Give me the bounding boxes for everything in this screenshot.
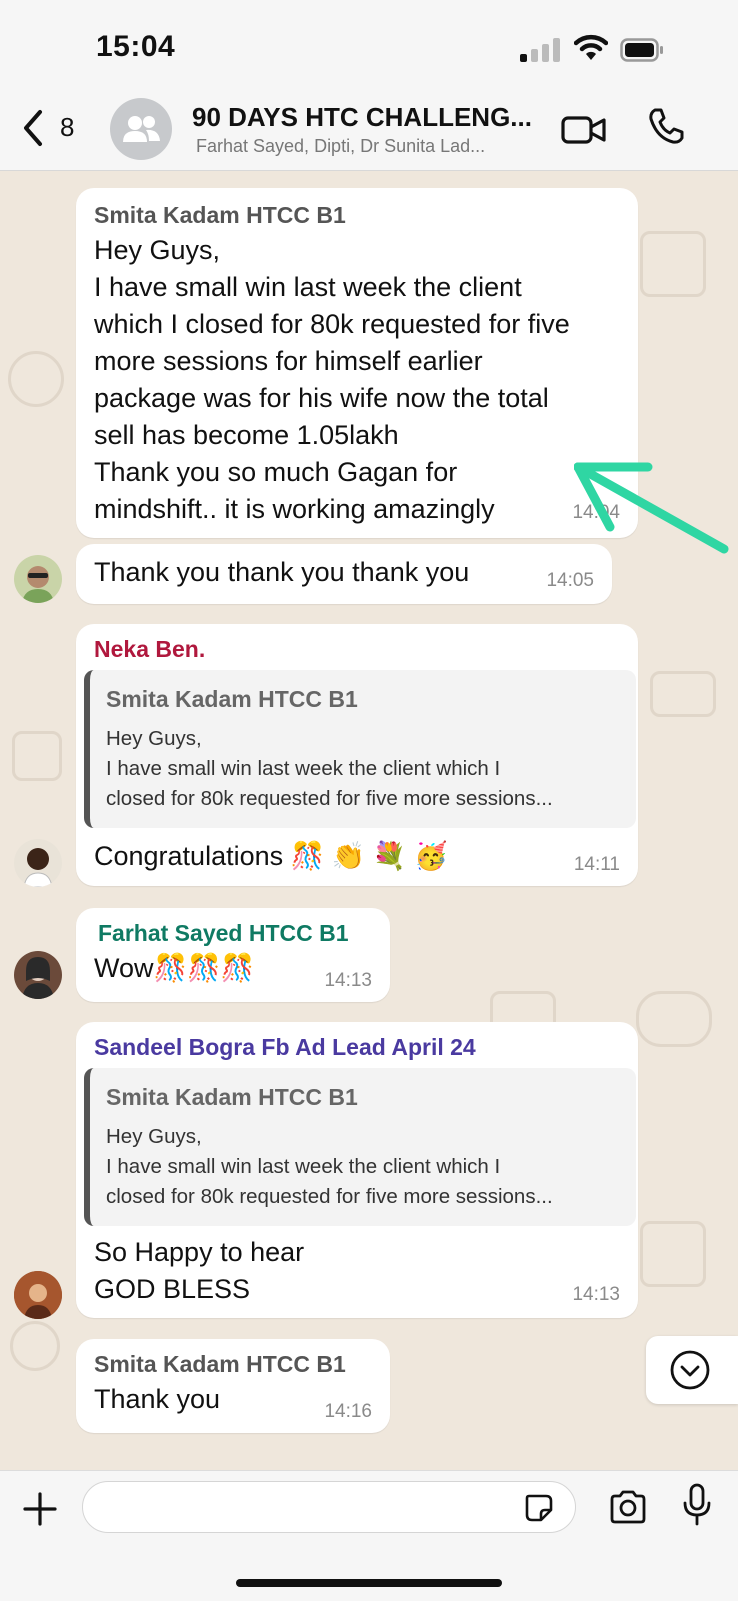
wallpaper-doodle [8, 351, 64, 407]
chat-header: 8 90 DAYS HTC CHALLENG... Farhat Sayed, … [0, 92, 738, 171]
message-sender: Farhat Sayed HTCC B1 [98, 920, 349, 946]
battery-icon [620, 38, 663, 62]
quoted-sender: Smita Kadam HTCC B1 [106, 1084, 358, 1110]
avatar[interactable] [14, 1271, 62, 1319]
group-title[interactable]: 90 DAYS HTC CHALLENG... [192, 102, 544, 133]
message-text: Thank you [94, 1384, 221, 1414]
wallpaper-doodle [640, 1221, 706, 1287]
message-text: Wow🎊🎊🎊 [94, 953, 255, 983]
message-time: 14:16 [324, 1401, 372, 1422]
message-time: 14:11 [573, 854, 620, 875]
message-sender: Smita Kadam HTCC B1 [94, 202, 346, 228]
status-bar: 15:04 [0, 0, 738, 92]
message-bubble[interactable]: Thank you thank you thank you 14:05 [76, 544, 612, 604]
avatar-image [14, 1271, 62, 1319]
status-time: 15:04 [96, 30, 176, 63]
message-sender: Sandeel Bogra Fb Ad Lead April 24 [94, 1034, 476, 1060]
quoted-reply[interactable]: Smita Kadam HTCC B1 Hey Guys, I have sma… [84, 1068, 636, 1226]
message-text: Congratulations 🎊 👏 💐 🥳 [94, 841, 448, 871]
message-bubble[interactable]: Smita Kadam HTCC B1 Hey Guys, I have sma… [76, 188, 638, 538]
group-icon [123, 116, 160, 142]
message-sender: Neka Ben. [94, 636, 206, 662]
avatar-image [22, 566, 54, 603]
video-call-icon[interactable] [560, 112, 608, 148]
quoted-text: Hey Guys, I have small win last week the… [106, 727, 553, 810]
plus-icon[interactable] [22, 1491, 58, 1527]
wallpaper-doodle [650, 671, 716, 717]
avatar-image [22, 957, 54, 999]
wallpaper-doodle [640, 231, 706, 297]
phone-icon[interactable] [646, 106, 686, 146]
message-bubble[interactable]: Farhat Sayed HTCC B1 Wow🎊🎊🎊 14:13 [76, 908, 390, 1002]
camera-icon[interactable] [608, 1489, 648, 1525]
message-bubble[interactable]: Sandeel Bogra Fb Ad Lead April 24 Smita … [76, 1022, 638, 1318]
message-text: So Happy to hear GOD BLESS [94, 1237, 305, 1304]
group-avatar[interactable] [110, 98, 172, 160]
quoted-text: Hey Guys, I have small win last week the… [106, 1125, 553, 1208]
microphone-icon[interactable] [682, 1483, 712, 1527]
cellular-signal-icon [520, 38, 562, 62]
scroll-to-bottom-button[interactable] [646, 1336, 738, 1404]
quoted-reply[interactable]: Smita Kadam HTCC B1 Hey Guys, I have sma… [84, 670, 636, 828]
message-text: Thank you thank you thank you [94, 557, 470, 587]
avatar[interactable] [14, 951, 62, 999]
avatar[interactable] [14, 839, 62, 887]
input-bar [0, 1470, 738, 1601]
avatar[interactable] [14, 555, 62, 603]
message-sender: Smita Kadam HTCC B1 [94, 1351, 346, 1377]
message-text: Hey Guys, I have small win last week the… [94, 235, 570, 524]
message-time: 14:13 [324, 970, 372, 991]
wallpaper-doodle [10, 1321, 60, 1371]
wifi-icon [574, 34, 608, 60]
avatar-image [23, 848, 53, 887]
back-unread-count[interactable]: 8 [60, 112, 74, 143]
message-time: 14:13 [572, 1284, 620, 1305]
group-members[interactable]: Farhat Sayed, Dipti, Dr Sunita Lad... [196, 136, 546, 157]
chat-area[interactable]: Smita Kadam HTCC B1 Hey Guys, I have sma… [0, 171, 738, 1470]
message-bubble[interactable]: Smita Kadam HTCC B1 Thank you 14:16 [76, 1339, 390, 1433]
message-bubble[interactable]: Neka Ben. Smita Kadam HTCC B1 Hey Guys, … [76, 624, 638, 886]
quoted-sender: Smita Kadam HTCC B1 [106, 686, 358, 712]
scroll-down-icon [670, 1350, 710, 1390]
home-indicator[interactable] [236, 1579, 502, 1587]
back-chevron-icon[interactable] [18, 106, 48, 150]
wallpaper-doodle [12, 731, 62, 781]
sticker-icon[interactable] [524, 1493, 554, 1523]
message-time: 14:05 [546, 570, 594, 591]
message-input[interactable] [82, 1481, 576, 1533]
wallpaper-doodle [636, 991, 712, 1047]
